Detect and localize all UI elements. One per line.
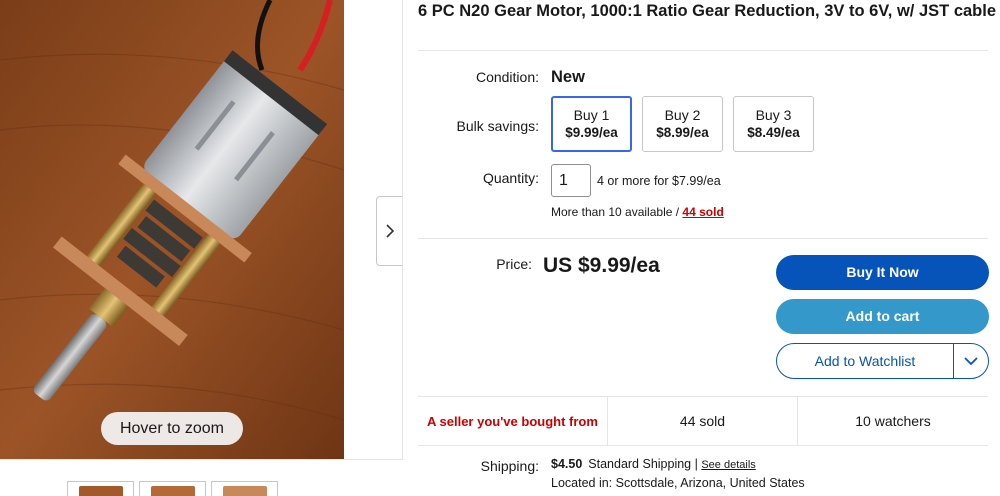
buy-it-now-button[interactable]: Buy It Now (776, 255, 989, 290)
thumbnail-strip (67, 481, 278, 496)
shipping-cost: $4.50 (551, 457, 583, 471)
add-to-cart-button[interactable]: Add to cart (776, 299, 989, 334)
bulk-option-buy-1[interactable]: Buy 1 $9.99/ea (551, 96, 632, 152)
condition-value: New (551, 68, 585, 86)
thumbnail[interactable] (67, 481, 134, 496)
title-divider (418, 50, 988, 51)
seller-history-note: A seller you've bought from (418, 397, 608, 445)
thumbnail[interactable] (139, 481, 206, 496)
quantity-label: Quantity: (482, 170, 539, 186)
bulk-option-price: $8.49/ea (747, 125, 800, 140)
product-photo (0, 0, 344, 460)
watchlist-menu-toggle[interactable] (954, 344, 988, 378)
availability: More than 10 available / 44 sold (551, 205, 724, 219)
condition-label: Condition: (475, 69, 539, 85)
chevron-down-icon (964, 356, 978, 365)
item-location: Located in: Scottsdale, Arizona, United … (551, 476, 805, 490)
location-value: Scottsdale, Arizona, United States (615, 476, 805, 490)
listing-stats: A seller you've bought from 44 sold 10 w… (418, 396, 988, 446)
listing-title: 6 PC N20 Gear Motor, 1000:1 Ratio Gear R… (418, 2, 997, 20)
location-label: Located in: (551, 476, 613, 490)
hover-to-zoom-hint: Hover to zoom (101, 412, 243, 445)
bulk-option-price: $8.99/ea (656, 125, 709, 140)
quantity-discount-note: 4 or more for $7.99/ea (597, 174, 721, 188)
shipping-method: Standard Shipping (588, 457, 692, 471)
price-label: Price: (496, 256, 532, 272)
bulk-option-price: $9.99/ea (565, 125, 618, 140)
product-image[interactable]: Hover to zoom (0, 0, 344, 460)
chevron-right-icon (385, 224, 394, 238)
gallery-divider (402, 0, 403, 460)
shipping-label: Shipping: (480, 458, 539, 474)
see-details-link[interactable]: See details (701, 459, 755, 471)
gallery-bottom-border (0, 459, 403, 460)
bulk-option-label: Buy 3 (755, 107, 792, 123)
add-to-watchlist-button[interactable]: Add to Watchlist (776, 343, 989, 379)
quantity-input[interactable] (551, 164, 591, 197)
thumbnail[interactable] (211, 481, 278, 496)
shipping-pipe: | (691, 457, 702, 471)
watchlist-label: Add to Watchlist (814, 353, 916, 369)
gallery-next-button[interactable] (376, 196, 402, 266)
bulk-option-buy-3[interactable]: Buy 3 $8.49/ea (733, 96, 814, 152)
bulk-option-label: Buy 1 (573, 107, 610, 123)
bulk-option-buy-2[interactable]: Buy 2 $8.99/ea (642, 96, 723, 152)
watcher-count: 10 watchers (855, 413, 931, 429)
bulk-option-label: Buy 2 (664, 107, 701, 123)
bulk-savings-label: Bulk savings: (456, 118, 539, 134)
shipping-info: $4.50 Standard Shipping | See details (551, 457, 756, 471)
sold-count: 44 sold (608, 397, 798, 445)
price-value: US $9.99/ea (543, 254, 660, 277)
sold-count-link[interactable]: 44 sold (682, 205, 723, 219)
availability-text: More than 10 available / (551, 205, 683, 219)
price-divider (418, 238, 988, 239)
